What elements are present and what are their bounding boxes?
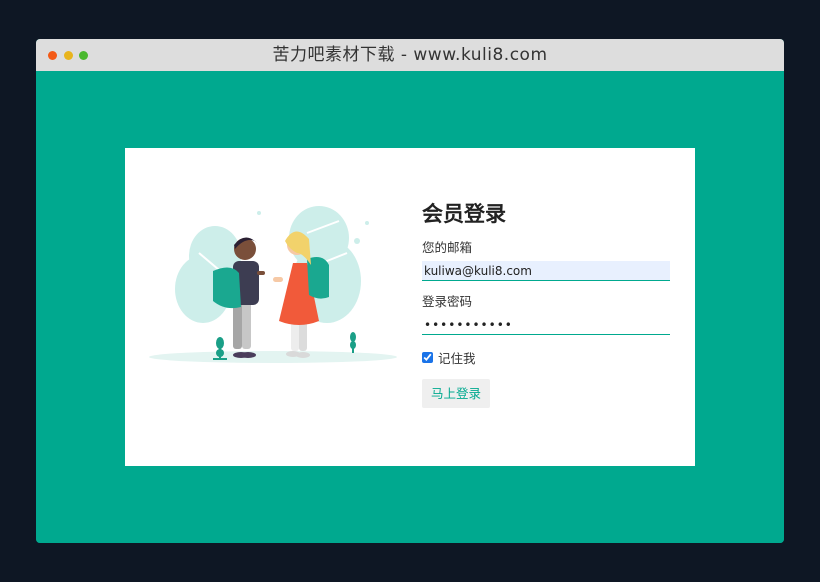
dot-decor [354, 238, 360, 244]
email-label: 您的邮箱 [422, 240, 473, 255]
password-label: 登录密码 [422, 294, 473, 309]
ground-shadow [149, 351, 397, 363]
window-title: 苦力吧素材下载 - www.kuli8.com [272, 45, 548, 65]
remember-me-label: 记住我 [438, 350, 476, 366]
page-content: 会员登录 您的邮箱 登录密码 记住我 马上登录 [36, 71, 784, 543]
login-form: 会员登录 您的邮箱 登录密码 记住我 马上登录 [422, 200, 672, 408]
dot-decor [365, 221, 369, 225]
email-field[interactable] [422, 261, 670, 281]
form-heading: 会员登录 [422, 202, 506, 226]
password-field[interactable] [422, 315, 670, 335]
remember-me-checkbox[interactable] [422, 351, 433, 363]
login-card: 会员登录 您的邮箱 登录密码 记住我 马上登录 [125, 148, 695, 466]
students-illustration-icon [149, 206, 397, 363]
browser-window: 苦力吧素材下载 - www.kuli8.com 会员登录 您的邮箱 kuliwa… [36, 39, 784, 543]
login-button[interactable]: 马上登录 [422, 379, 491, 408]
title-bar: 苦力吧素材下载 - www.kuli8.com [36, 39, 784, 71]
plant-right [350, 332, 356, 353]
dot-decor [184, 282, 190, 288]
remember-me[interactable]: 记住我 [422, 349, 672, 366]
dot-decor [257, 211, 261, 215]
